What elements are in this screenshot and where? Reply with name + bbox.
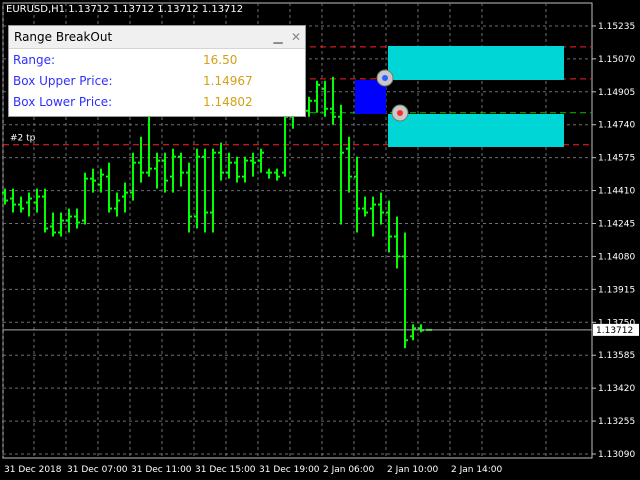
y-tick-label: 1.14575 (598, 154, 635, 164)
panel-header[interactable]: Range BreakOut ▁ ✕ (9, 26, 305, 49)
y-tick-label: 1.13090 (598, 450, 635, 460)
sell-marker-dot (397, 110, 403, 116)
panel-title: Range BreakOut (14, 30, 113, 44)
x-tick-label: 2 Jan 06:00 (323, 465, 375, 475)
y-tick-label: 1.14410 (598, 187, 635, 197)
y-tick-label: 1.14740 (598, 121, 635, 131)
minimize-icon[interactable]: ▁ (269, 30, 287, 44)
box-lower-label: Box Lower Price: (13, 94, 113, 109)
range-row: Range: 16.50 (9, 49, 305, 70)
x-tick-label: 31 Dec 15:00 (195, 465, 256, 475)
y-tick-label: 1.13255 (598, 417, 635, 427)
current-price-label: 1.13712 (596, 326, 633, 336)
x-tick-label: 31 Dec 2018 (4, 465, 62, 475)
y-tick-label: 1.13915 (598, 285, 635, 295)
lower-breakout-box (388, 114, 564, 147)
y-tick-label: 1.14905 (598, 88, 635, 98)
y-tick-label: 1.14080 (598, 252, 635, 262)
x-tick-label: 31 Dec 11:00 (131, 465, 192, 475)
buy-marker-dot (382, 75, 388, 81)
upper-breakout-box (388, 46, 564, 80)
range-value: 16.50 (203, 52, 238, 67)
x-tick-label: 31 Dec 19:00 (259, 465, 320, 475)
y-tick-label: 1.14245 (598, 220, 635, 230)
tp-level-label: #2 tp (10, 134, 36, 144)
x-tick-label: 31 Dec 07:00 (67, 465, 128, 475)
window-title: EURUSD,H1 1.13712 1.13712 1.13712 1.1371… (6, 4, 244, 15)
box-lower-value: 1.14802 (203, 94, 253, 109)
close-icon[interactable]: ✕ (287, 30, 305, 44)
y-tick-label: 1.13420 (598, 384, 635, 394)
y-tick-label: 1.13585 (598, 351, 635, 361)
range-label: Range: (13, 52, 56, 67)
y-tick-label: 1.15070 (598, 55, 635, 65)
x-tick-label: 2 Jan 10:00 (387, 465, 439, 475)
x-tick-label: 2 Jan 14:00 (451, 465, 503, 475)
range-breakout-panel[interactable]: Range BreakOut ▁ ✕ Range: 16.50 Box Uppe… (8, 25, 306, 117)
box-lower-row: Box Lower Price: 1.14802 (9, 91, 305, 112)
box-upper-value: 1.14967 (203, 73, 253, 88)
y-tick-label: 1.15235 (598, 22, 635, 32)
box-upper-label: Box Upper Price: (13, 73, 113, 88)
box-upper-row: Box Upper Price: 1.14967 (9, 70, 305, 91)
